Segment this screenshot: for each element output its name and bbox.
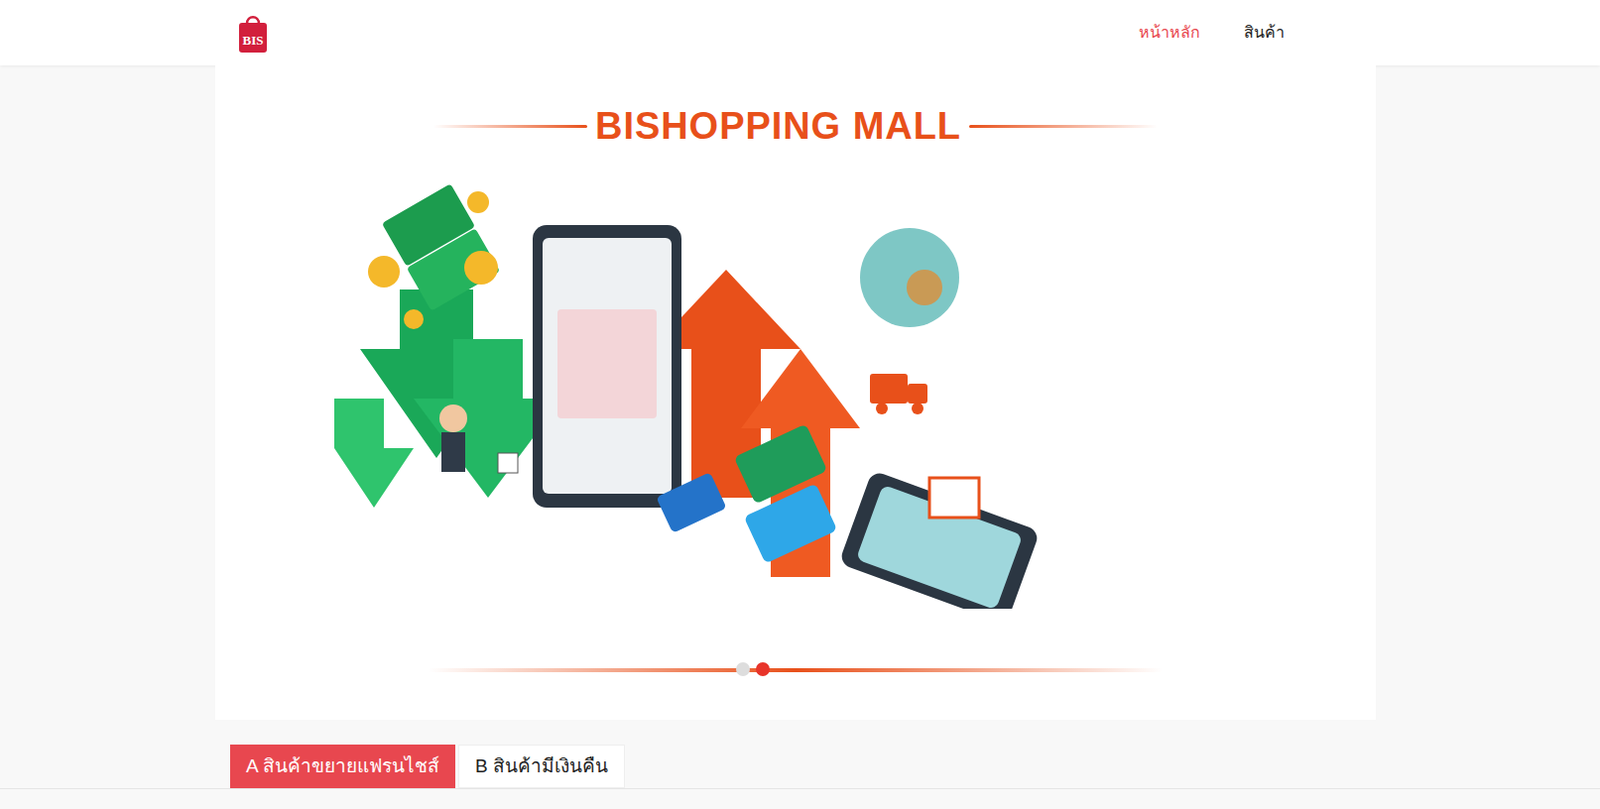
tab-bar: A สินค้าขยายแฟรนไชส์B สินค้ามีเงินคืน	[215, 744, 1376, 789]
carousel-indicator	[428, 668, 1163, 673]
nav-link[interactable]: หน้าหลัก	[1138, 20, 1201, 45]
nav: หน้าหลัก สินค้า	[1138, 20, 1285, 45]
heading-line	[969, 124, 1158, 128]
nav-link[interactable]: สินค้า	[1243, 20, 1285, 45]
banner-heading: BISHOPPING MALL	[433, 103, 1158, 151]
carousel-dot[interactable]	[736, 662, 750, 677]
banner: BISHOPPING MALL	[215, 65, 1376, 721]
tab[interactable]: A สินค้าขยายแฟรนไชส์	[230, 744, 456, 789]
banner-illustration	[334, 170, 1366, 610]
carousel-dot[interactable]	[755, 662, 770, 677]
page: BIS หน้าหลัก สินค้า BISHOPPING MALL A สินค้า…	[0, 0, 1600, 809]
tab[interactable]: B สินค้ามีเงินคืน	[458, 744, 625, 789]
header: BIS หน้าหลัก สินค้า	[0, 0, 1600, 66]
logo-icon[interactable]: BIS	[237, 11, 269, 54]
svg-text:BIS: BIS	[243, 32, 264, 48]
heading-line	[433, 124, 588, 128]
